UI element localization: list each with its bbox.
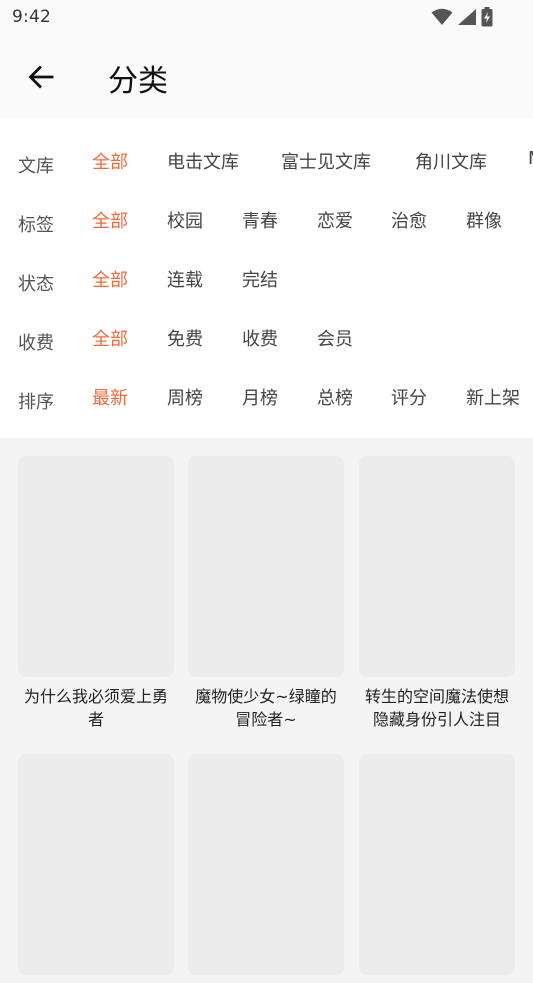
signal-icon: [458, 9, 476, 25]
app-bar: 分类: [0, 36, 533, 118]
filter-option[interactable]: 群像: [466, 207, 502, 233]
wifi-icon: [431, 8, 453, 25]
filter-option[interactable]: 校园: [167, 207, 203, 233]
filter-option[interactable]: 富士见文库: [281, 148, 371, 174]
sort-option[interactable]: 总榜: [317, 384, 353, 410]
book-cover[interactable]: [188, 754, 344, 975]
sort-option-latest[interactable]: 最新: [92, 384, 128, 410]
filter-option[interactable]: 收费: [242, 325, 278, 351]
book-grid: 为什么我必须爱上勇者 魔物使少女~绿瞳的冒险者~ 转生的空间魔法使想隐藏身份引人…: [0, 438, 533, 975]
filter-option-all[interactable]: 全部: [92, 148, 128, 174]
status-bar: 9:42: [0, 0, 533, 36]
book-card[interactable]: [18, 754, 174, 983]
book-cover[interactable]: [359, 754, 515, 975]
page-title: 分类: [108, 64, 168, 99]
book-title: 转生的空间魔法使想隐藏身份引人注目: [364, 687, 509, 729]
book-title: 为什么我必须爱上勇者: [23, 687, 168, 729]
filter-option[interactable]: 会员: [317, 325, 353, 351]
sort-option[interactable]: 新上架: [466, 384, 520, 410]
filter-label: 状态: [18, 274, 54, 295]
filter-label: 排序: [18, 392, 54, 413]
book-title: 魔物使少女~绿瞳的冒险者~: [195, 687, 337, 729]
filter-option[interactable]: 免费: [167, 325, 203, 351]
filter-label: 标签: [18, 215, 54, 236]
filter-option[interactable]: 连载: [167, 266, 203, 292]
sort-option[interactable]: 月榜: [242, 384, 278, 410]
filter-label: 文库: [18, 156, 54, 177]
book-cover[interactable]: [18, 754, 174, 975]
sort-option[interactable]: 周榜: [167, 384, 203, 410]
filter-row-status: 状态 全部 连载 完结: [0, 260, 533, 300]
filter-option-all[interactable]: 全部: [92, 207, 128, 233]
sort-option[interactable]: 评分: [391, 384, 427, 410]
book-card[interactable]: [188, 754, 344, 983]
status-time: 9:42: [12, 7, 51, 27]
arrow-back-icon: [28, 65, 54, 89]
filter-option[interactable]: 完结: [242, 266, 278, 292]
filter-option-all[interactable]: 全部: [92, 325, 128, 351]
filter-row-library: 文库 全部 电击文库 富士见文库 角川文库 MF: [0, 142, 533, 182]
book-cover[interactable]: [18, 456, 174, 677]
filter-option[interactable]: 青春: [242, 207, 278, 233]
status-icons: [431, 7, 493, 27]
filter-label: 收费: [18, 333, 54, 354]
filter-option[interactable]: 恋爱: [317, 207, 353, 233]
book-card[interactable]: 转生的空间魔法使想隐藏身份引人注目: [359, 456, 515, 731]
filter-row-tag: 标签 全部 校园 青春 恋爱 治愈 群像: [0, 201, 533, 241]
filter-panel: 文库 全部 电击文库 富士见文库 角川文库 MF 标签 全部 校园 青春 恋爱 …: [0, 118, 533, 438]
book-cover[interactable]: [188, 456, 344, 677]
battery-charging-icon: [481, 7, 493, 27]
filter-option-all[interactable]: 全部: [92, 266, 128, 292]
book-card[interactable]: [359, 754, 515, 983]
book-card[interactable]: 为什么我必须爱上勇者: [18, 456, 174, 731]
book-cover[interactable]: [359, 456, 515, 677]
filter-option[interactable]: MF: [528, 148, 533, 169]
filter-row-sort: 排序 最新 周榜 月榜 总榜 评分 新上架: [0, 378, 533, 418]
filter-option[interactable]: 电击文库: [167, 148, 239, 174]
filter-option[interactable]: 治愈: [391, 207, 427, 233]
back-button[interactable]: [24, 60, 58, 94]
filter-row-fee: 收费 全部 免费 收费 会员: [0, 319, 533, 359]
filter-option[interactable]: 角川文库: [415, 148, 487, 174]
book-card[interactable]: 魔物使少女~绿瞳的冒险者~: [188, 456, 344, 731]
